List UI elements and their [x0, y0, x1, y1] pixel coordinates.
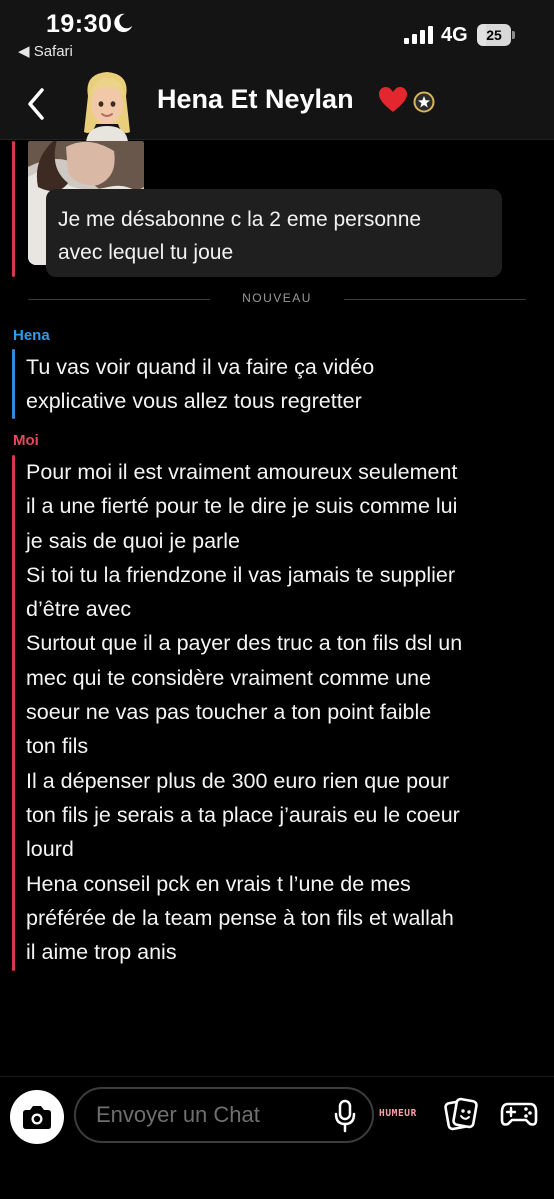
message-line: Surtout que il a payer des truc a ton fi… — [26, 631, 463, 656]
message-line: préférée de la team pense à ton fils et … — [26, 905, 454, 930]
back-to-safari-link[interactable]: ◀ Safari — [18, 42, 73, 60]
chat-title[interactable]: Hena Et Neylan — [157, 84, 354, 115]
moi-thread-bar — [12, 455, 15, 971]
message-line: Si toi tu la friendzone il vas jamais te… — [26, 562, 456, 587]
reply-line: Je me désabonne c la 2 eme personne — [58, 208, 422, 231]
status-time: 19:30 — [46, 10, 113, 38]
sticker-icon[interactable] — [444, 1097, 478, 1131]
message-line: Tu vas voir quand il va faire ça vidéo — [26, 355, 375, 379]
status-bar: 19:30 ◀ Safari 4G 25 — [0, 0, 554, 68]
message-line: Pour moi il est vraiment amoureux seulem… — [26, 460, 458, 484]
microphone-icon[interactable] — [332, 1099, 358, 1133]
message-line: explicative vous allez tous regretter — [26, 389, 362, 414]
battery-fill — [477, 24, 486, 46]
sender-name-hena: Hena — [13, 327, 50, 344]
star-badge-icon — [413, 91, 435, 113]
new-messages-divider: NOUVEAU — [242, 291, 312, 305]
moon-icon — [114, 13, 133, 33]
message-line: il aime trop anis — [26, 940, 177, 965]
message-line: je sais de quoi je parle — [26, 528, 240, 553]
camera-button[interactable] — [10, 1090, 64, 1144]
sender-name-moi: Moi — [13, 432, 39, 449]
game-controller-icon[interactable] — [500, 1098, 538, 1130]
reply-line: avec lequel tu joue — [58, 241, 234, 264]
chat-header: Hena Et Neylan — [0, 66, 554, 142]
message-line: Hena conseil pck en vrais t l’une de mes — [26, 871, 411, 896]
bitmoji-avatar[interactable] — [76, 66, 138, 142]
message-line: Il a dépenser plus de 300 euro rien que … — [26, 768, 450, 793]
chat-input[interactable] — [96, 1089, 326, 1141]
battery-tip — [512, 31, 515, 39]
chat-thread[interactable]: Je me désabonne c la 2 eme personne avec… — [0, 141, 554, 1076]
network-type: 4G — [441, 24, 468, 46]
chat-input-container[interactable] — [74, 1087, 374, 1143]
chat-input-bar: HUMEUR — [0, 1076, 554, 1199]
humeur-button[interactable]: HUMEUR — [379, 1108, 417, 1119]
message-line: il a une fierté pour te le dire je suis … — [26, 494, 458, 519]
message-line: soeur ne vas pas toucher a ton point fai… — [26, 700, 432, 725]
message-line: d’être avec — [26, 597, 132, 622]
camera-icon — [23, 1106, 51, 1129]
message-line: ton fils je serais a ta place j’aurais e… — [26, 802, 460, 827]
back-chevron-icon[interactable] — [22, 84, 52, 124]
message-moi[interactable]: Pour moi il est vraiment amoureux seulem… — [26, 455, 536, 969]
message-line: ton fils — [26, 734, 89, 759]
signal-icon — [404, 26, 433, 44]
battery-icon: 25 — [477, 24, 515, 46]
message-line: lourd — [26, 837, 74, 862]
moi-thread-bar — [12, 141, 15, 277]
hena-thread-bar — [12, 349, 15, 419]
reply-bubble[interactable]: Je me désabonne c la 2 eme personne avec… — [46, 189, 502, 277]
heart-icon — [379, 87, 407, 112]
message-hena[interactable]: Tu vas voir quand il va faire ça vidéo e… — [26, 350, 536, 419]
message-line: mec qui te considère vraiment comme une — [26, 665, 432, 690]
